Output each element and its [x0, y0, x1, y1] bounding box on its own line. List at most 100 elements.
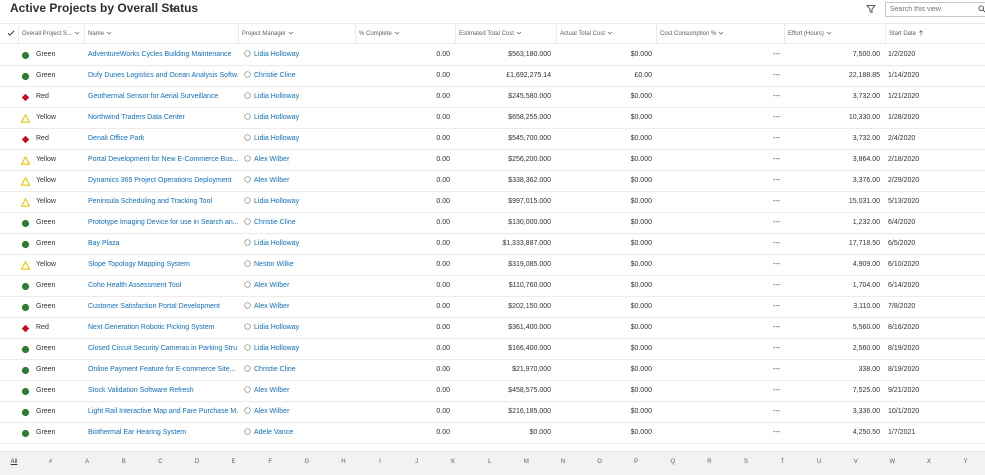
project-manager-link[interactable]: Alex Wilber	[244, 297, 354, 317]
project-manager-link[interactable]: Lidia Holloway	[244, 108, 354, 128]
alphabet-filter-y[interactable]: Y	[959, 459, 973, 465]
column-header-start-date[interactable]: Start Date	[885, 24, 985, 44]
project-name-link[interactable]: Dufy Dunes Logistics and Ocean Analysis …	[88, 66, 238, 86]
alphabet-filter-q[interactable]: Q	[666, 459, 680, 465]
chevron-down-icon[interactable]	[168, 3, 178, 13]
project-manager-link[interactable]: Lidia Holloway	[244, 339, 354, 359]
column-header-cost-consumption[interactable]: Cost Consumption %	[656, 24, 784, 44]
project-name-link[interactable]: AdventureWorks Cycles Building Maintenan…	[88, 45, 238, 65]
alphabet-filter-b[interactable]: B	[117, 459, 131, 465]
table-row[interactable]: Green Online Payment Feature for E-commer…	[0, 360, 985, 381]
table-row[interactable]: Green Biothermal Ear Hearing System Adele …	[0, 423, 985, 444]
project-manager-link[interactable]: Lidia Holloway	[244, 192, 354, 212]
filter-icon[interactable]	[866, 4, 876, 14]
column-header-project-manager[interactable]: Project Manager	[238, 24, 355, 44]
alphabet-filter-g[interactable]: G	[300, 459, 314, 465]
project-name-link[interactable]: Light Rail Interactive Map and Fare Purc…	[88, 402, 238, 422]
table-row[interactable]: Yellow Peninsula Scheduling and Tracking …	[0, 192, 985, 213]
table-row[interactable]: Green Light Rail Interactive Map and Fare…	[0, 402, 985, 423]
alphabet-filter-p[interactable]: P	[629, 459, 643, 465]
column-header-actual-total-cost[interactable]: Actual Total Cost	[556, 24, 656, 44]
project-name-link[interactable]: Customer Satisfaction Portal Development	[88, 297, 238, 317]
column-header-name[interactable]: Name	[84, 24, 238, 44]
alphabet-filter-u[interactable]: U	[812, 459, 826, 465]
table-row[interactable]: Red Geothermal Sensor for Aerial Surveill…	[0, 87, 985, 108]
project-manager-link[interactable]: Lidia Holloway	[244, 129, 354, 149]
table-row[interactable]: Green Prototype Imaging Device for use in…	[0, 213, 985, 234]
table-row[interactable]: Red Next Generation Robotic Picking Syste…	[0, 318, 985, 339]
project-name-link[interactable]: Portal Development for New E-Commerce Bu…	[88, 150, 238, 170]
project-manager-link[interactable]: Christie Cline	[244, 66, 354, 86]
table-row[interactable]: Green Customer Satisfaction Portal Develo…	[0, 297, 985, 318]
project-manager-link[interactable]: Lidia Holloway	[244, 318, 354, 338]
table-row[interactable]: Yellow Northwind Traders Data Center Lidia…	[0, 108, 985, 129]
column-header-overall-status[interactable]: Overall Project S...	[18, 24, 84, 44]
alphabet-filter-s[interactable]: S	[739, 459, 753, 465]
column-header-percent-complete[interactable]: % Complete	[355, 24, 455, 44]
alphabet-filter-i[interactable]: I	[373, 459, 387, 465]
project-manager-link[interactable]: Lidia Holloway	[244, 87, 354, 107]
alphabet-filter-hash[interactable]: #	[44, 459, 58, 465]
alphabet-filter-l[interactable]: L	[483, 459, 497, 465]
start-date-cell: 2/18/2020	[888, 156, 920, 163]
table-row[interactable]: Green Bay Plaza Lidia Holloway 0.00 $1,333,8…	[0, 234, 985, 255]
alphabet-filter-all[interactable]: All	[7, 459, 21, 465]
alphabet-filter-v[interactable]: V	[849, 459, 863, 465]
alphabet-filter-f[interactable]: F	[263, 459, 277, 465]
project-name-link[interactable]: Biothermal Ear Hearing System	[88, 423, 238, 443]
project-manager-link[interactable]: Lidia Holloway	[244, 234, 354, 254]
table-row[interactable]: Green Closed Circuit Security Cameras in …	[0, 339, 985, 360]
alphabet-filter-w[interactable]: W	[885, 459, 899, 465]
project-name-link[interactable]: Peninsula Scheduling and Tracking Tool	[88, 192, 238, 212]
search-input[interactable]	[885, 2, 985, 17]
alphabet-filter-d[interactable]: D	[190, 459, 204, 465]
effort-hours-cell: 7,500.00	[852, 51, 880, 58]
project-manager-link[interactable]: Adele Vance	[244, 423, 354, 443]
search-icon[interactable]	[978, 5, 985, 13]
table-row[interactable]: Green AdventureWorks Cycles Building Main…	[0, 45, 985, 66]
alphabet-filter-a[interactable]: A	[80, 459, 94, 465]
table-row[interactable]: Red Denali Office Park Lidia Holloway 0.00 $…	[0, 129, 985, 150]
project-name-link[interactable]: Geothermal Sensor for Aerial Surveillanc…	[88, 87, 238, 107]
project-manager-link[interactable]: Alex Wilber	[244, 150, 354, 170]
alphabet-filter-c[interactable]: C	[153, 459, 167, 465]
column-header-effort-hours[interactable]: Effort (Hours)	[784, 24, 885, 44]
project-name-link[interactable]: Denali Office Park	[88, 129, 238, 149]
alphabet-filter-m[interactable]: M	[519, 459, 533, 465]
alphabet-filter-o[interactable]: O	[593, 459, 607, 465]
project-name-link[interactable]: Slope Topology Mapping System	[88, 255, 238, 275]
alphabet-filter-n[interactable]: N	[556, 459, 570, 465]
alphabet-filter-t[interactable]: T	[776, 459, 790, 465]
alphabet-filter-j[interactable]: J	[410, 459, 424, 465]
project-name-link[interactable]: Stock Validation Software Refresh	[88, 381, 238, 401]
table-row[interactable]: Green Dufy Dunes Logistics and Ocean Anal…	[0, 66, 985, 87]
project-name-link[interactable]: Online Payment Feature for E-commerce Si…	[88, 360, 238, 380]
column-header-estimated-total-cost[interactable]: Estimated Total Cost	[455, 24, 556, 44]
project-name-link[interactable]: Dynamics 365 Project Operations Deployme…	[88, 171, 238, 191]
project-name-link[interactable]: Next Generation Robotic Picking System	[88, 318, 238, 338]
project-name-link[interactable]: Closed Circuit Security Cameras in Parki…	[88, 339, 238, 359]
table-row[interactable]: Green Coho Health Assessment Tool Alex Wil…	[0, 276, 985, 297]
project-manager-link[interactable]: Lidia Holloway	[244, 45, 354, 65]
alphabet-filter-k[interactable]: K	[446, 459, 460, 465]
project-manager-link[interactable]: Christie Cline	[244, 213, 354, 233]
project-manager-link[interactable]: Alex Wilber	[244, 171, 354, 191]
table-row[interactable]: Green Stock Validation Software Refresh Al…	[0, 381, 985, 402]
project-manager-link[interactable]: Christie Cline	[244, 360, 354, 380]
alphabet-filter-h[interactable]: H	[336, 459, 350, 465]
alphabet-filter-r[interactable]: R	[702, 459, 716, 465]
project-name-link[interactable]: Prototype Imaging Device for use in Sear…	[88, 213, 238, 233]
project-name-link[interactable]: Coho Health Assessment Tool	[88, 276, 238, 296]
project-manager-link[interactable]: Alex Wilber	[244, 276, 354, 296]
select-all-checkmark-icon[interactable]	[7, 29, 15, 37]
table-row[interactable]: Yellow Slope Topology Mapping System Nesto…	[0, 255, 985, 276]
alphabet-filter-e[interactable]: E	[227, 459, 241, 465]
project-name-link[interactable]: Bay Plaza	[88, 234, 238, 254]
table-row[interactable]: Yellow Dynamics 365 Project Operations De…	[0, 171, 985, 192]
alphabet-filter-x[interactable]: X	[922, 459, 936, 465]
project-manager-link[interactable]: Alex Wilber	[244, 402, 354, 422]
table-row[interactable]: Yellow Portal Development for New E-Comme…	[0, 150, 985, 171]
project-manager-link[interactable]: Alex Wilber	[244, 381, 354, 401]
project-name-link[interactable]: Northwind Traders Data Center	[88, 108, 238, 128]
project-manager-link[interactable]: Nestor Wilke	[244, 255, 354, 275]
